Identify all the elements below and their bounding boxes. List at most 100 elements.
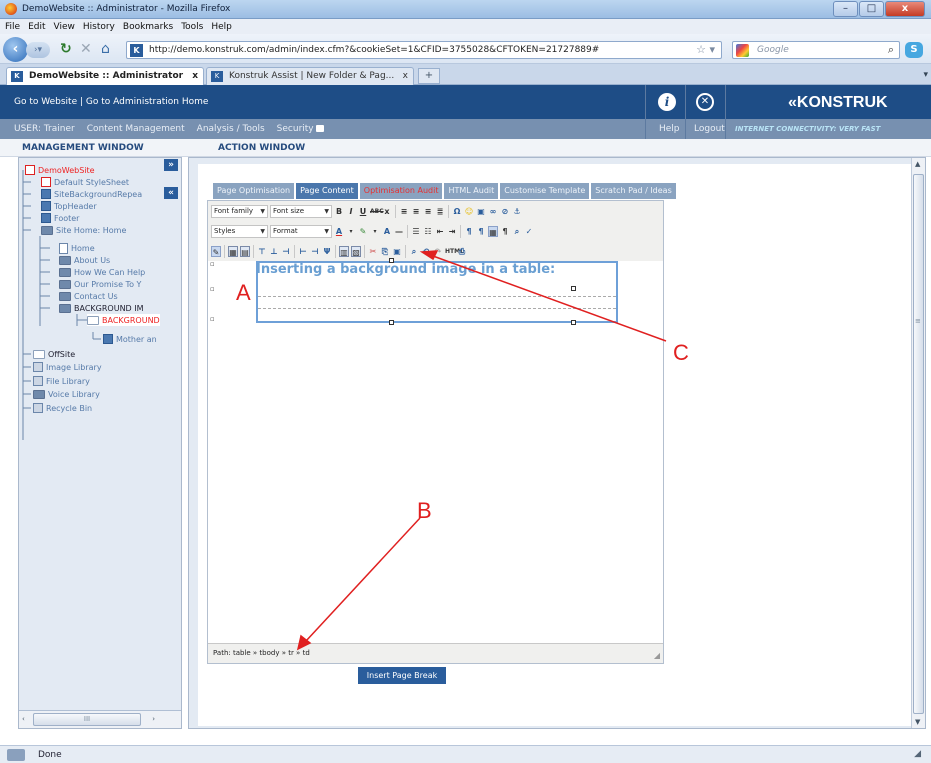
tree-node-site-home[interactable]: Site Home: Home — [41, 224, 126, 236]
scroll-left-icon[interactable]: ‹ — [22, 715, 25, 723]
outdent-icon[interactable]: ⇤ — [435, 226, 445, 237]
delete-col-icon[interactable]: Ψ — [322, 246, 332, 257]
insert-row-before-icon[interactable]: ⊤ — [257, 246, 267, 257]
clear-format-icon[interactable]: x — [382, 206, 392, 217]
go-to-website-link[interactable]: Go to Website — [14, 97, 77, 107]
insert-page-break-button[interactable]: Insert Page Break — [358, 667, 446, 684]
menu-view[interactable]: View — [54, 22, 75, 32]
tree-node-how-we-can-help[interactable]: How We Can Help — [59, 266, 145, 278]
menu-history[interactable]: History — [83, 22, 115, 32]
tree-node-about-us[interactable]: About Us — [59, 254, 110, 266]
forward-icon[interactable]: ›▾ — [26, 42, 50, 58]
undo-icon[interactable]: ↶ — [421, 246, 431, 257]
media-icon[interactable]: ▣ — [476, 206, 486, 217]
find-replace-icon[interactable]: ⌕ — [512, 226, 522, 237]
maximize-button[interactable]: □ — [859, 1, 884, 17]
tree-node-home[interactable]: Home — [59, 242, 95, 254]
resize-handle[interactable] — [571, 286, 576, 291]
resize-handle[interactable] — [571, 320, 576, 325]
tree-horizontal-scrollbar[interactable]: ‹ III › — [19, 710, 181, 728]
underline-icon[interactable]: U — [358, 206, 368, 217]
font-size-select[interactable]: Font size ▼ — [270, 204, 332, 218]
tab-customise-template[interactable]: Customise Template — [500, 183, 590, 199]
menu-edit[interactable]: Edit — [28, 22, 45, 32]
action-vertical-scrollbar[interactable]: ▲ ≡ ▼ — [911, 158, 925, 728]
emoticon-icon[interactable]: ☺ — [464, 206, 474, 217]
tab-scratch-pad[interactable]: Scratch Pad / Ideas — [591, 183, 676, 199]
tree-node-demowebsite[interactable]: DemoWebSite — [25, 164, 95, 176]
tree-node-stylesheet[interactable]: Default StyleSheet — [41, 176, 129, 188]
tree-node-sitebackground[interactable]: SiteBackgroundRepea — [41, 188, 142, 200]
font-style-icon[interactable]: A — [382, 226, 392, 237]
security-link[interactable]: Security — [277, 124, 324, 134]
close-tab-icon[interactable]: x — [403, 71, 408, 81]
insert-col-before-icon[interactable]: ⊢ — [298, 246, 308, 257]
show-blocks-icon[interactable]: ¶ — [500, 226, 510, 237]
edit-css-icon[interactable]: ✎ — [211, 245, 221, 257]
horizontal-rule-icon[interactable]: — — [394, 226, 404, 237]
back-icon[interactable]: ‹ — [3, 37, 28, 62]
unlink-icon[interactable]: ⊘ — [500, 206, 510, 217]
print-icon[interactable]: ⎙ — [457, 246, 467, 257]
scroll-thumb[interactable]: III — [33, 713, 141, 726]
tree-node-footer[interactable]: Footer — [41, 212, 79, 224]
menu-bookmarks[interactable]: Bookmarks — [123, 22, 173, 32]
font-family-select[interactable]: Font family ▼ — [211, 204, 268, 218]
italic-icon[interactable]: I — [346, 206, 356, 217]
align-right-icon[interactable]: ≡ — [423, 206, 433, 217]
tree-node-our-promise[interactable]: Our Promise To Y — [59, 278, 141, 290]
info-icon[interactable]: i — [658, 93, 676, 111]
scroll-thumb[interactable] — [913, 174, 924, 714]
logout-icon[interactable]: ✕ — [696, 93, 714, 111]
resize-handle[interactable] — [389, 320, 394, 325]
home-icon[interactable]: ⌂ — [101, 41, 110, 57]
tree-node-background-im[interactable]: BACKGROUND IM — [59, 302, 144, 314]
minimize-button[interactable]: – — [833, 1, 858, 17]
scroll-down-icon[interactable]: ▼ — [915, 718, 920, 726]
dropdown-arrow-icon[interactable]: ▾ — [370, 226, 380, 237]
content-management-link[interactable]: Content Management — [87, 124, 185, 134]
tab-page-optimisation[interactable]: Page Optimisation — [213, 183, 295, 199]
strikethrough-icon[interactable]: ABC — [370, 206, 384, 217]
tab-optimisation-audit[interactable]: Optimisation Audit — [359, 183, 443, 199]
stop-icon[interactable]: ✕ — [80, 41, 92, 57]
align-justify-icon[interactable]: ≣ — [435, 206, 445, 217]
menu-help[interactable]: Help — [211, 22, 232, 32]
spellcheck-icon[interactable]: ✓ — [524, 226, 534, 237]
anchor-icon[interactable]: ⚓ — [512, 206, 522, 217]
go-to-admin-home-link[interactable]: Go to Administration Home — [86, 97, 209, 107]
search-icon[interactable]: ⌕ — [888, 43, 894, 57]
ltr-icon[interactable]: ¶ — [464, 226, 474, 237]
search-placeholder[interactable]: Google — [757, 45, 789, 55]
menu-file[interactable]: File — [5, 22, 20, 32]
text-color-icon[interactable]: A — [334, 226, 344, 237]
tree-node-mother[interactable]: Mother an — [103, 333, 157, 345]
html-source-icon[interactable]: HTML — [445, 246, 464, 257]
redo-icon[interactable]: ↷ — [433, 246, 443, 257]
tree-node-contact-us[interactable]: Contact Us — [59, 290, 118, 302]
close-window-button[interactable]: x — [885, 1, 925, 17]
merge-cells-icon[interactable]: ▧ — [351, 245, 361, 257]
tree-node-offsite[interactable]: OffSite — [33, 348, 75, 360]
special-char-icon[interactable]: Ω — [452, 206, 462, 217]
indent-icon[interactable]: ⇥ — [447, 226, 457, 237]
bookmark-star-icon[interactable]: ☆ ▾ — [696, 43, 715, 56]
cut-icon[interactable]: ✂ — [368, 246, 378, 257]
table-icon[interactable]: ▦ — [228, 245, 238, 257]
help-link[interactable]: Help — [659, 124, 680, 134]
scroll-up-icon[interactable]: ▲ — [915, 160, 920, 168]
styles-select[interactable]: Styles ▼ — [211, 224, 268, 238]
analysis-tools-link[interactable]: Analysis / Tools — [197, 124, 265, 134]
rtl-icon[interactable]: ¶ — [476, 226, 486, 237]
split-cells-icon[interactable]: ▥ — [339, 245, 349, 257]
address-bar[interactable]: K http://demo.konstruk.com/admin/index.c… — [126, 41, 722, 59]
insert-row-after-icon[interactable]: ⊥ — [269, 246, 279, 257]
logout-link[interactable]: Logout — [694, 124, 725, 134]
tab-konstruk-assist[interactable]: K Konstruk Assist | New Folder & Pag... … — [206, 67, 414, 85]
align-left-icon[interactable]: ≡ — [399, 206, 409, 217]
tab-html-audit[interactable]: HTML Audit — [444, 183, 499, 199]
tab-list-button[interactable]: ▾ — [923, 70, 928, 80]
delete-row-icon[interactable]: ⊣ — [281, 246, 291, 257]
search-box[interactable]: Google ⌕ — [732, 41, 900, 59]
format-select[interactable]: Format ▼ — [270, 224, 332, 238]
